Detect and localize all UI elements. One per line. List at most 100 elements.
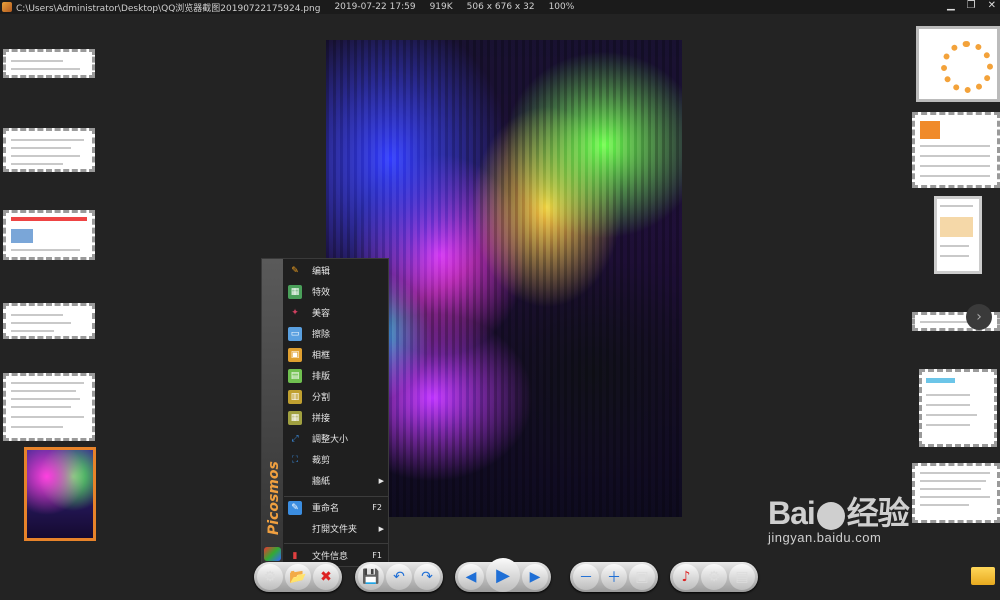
thumbnail[interactable] <box>912 112 1000 188</box>
frame-icon: ▣ <box>288 347 302 362</box>
menu-item-label: 排版 <box>312 372 331 382</box>
menu-item-label: 美容 <box>312 309 331 319</box>
effects-icon: ▦ <box>288 284 302 299</box>
toolbar-group-edit: 💾 ↶ ↷ <box>355 562 443 592</box>
thumbnail[interactable] <box>3 210 95 260</box>
thumbnail[interactable] <box>916 26 1000 102</box>
options-button[interactable]: ⚙ <box>701 564 727 590</box>
toolbar-group-extras: ♪ ⚙ ▤ <box>670 562 758 592</box>
baidu-jingyan-watermark: Bai 经验 jingyan.baidu.com <box>768 488 910 545</box>
title-bar: C:\Users\Administrator\Desktop\QQ浏览器截图20… <box>0 0 1000 14</box>
thumbnail-selected[interactable] <box>24 447 96 541</box>
watermark-brand-tail: 经验 <box>846 495 910 531</box>
file-datetime: 2019-07-22 17:59 <box>334 2 416 12</box>
menu-item-erase[interactable]: ▭ 擦除 <box>284 323 388 344</box>
menu-item-beauty[interactable]: ✦ 美容 <box>284 302 388 323</box>
zoom-out-icon: － <box>579 570 593 586</box>
window-controls: ▁ ❐ ✕ <box>947 0 996 11</box>
crop-icon: ⛶ <box>291 454 299 465</box>
play-icon: ▶ <box>496 564 510 586</box>
brand-label: Picosmos <box>266 461 282 535</box>
split-icon: ▥ <box>288 389 302 404</box>
redo-icon: ↷ <box>421 569 433 585</box>
thumbnail[interactable] <box>919 369 997 447</box>
close-button[interactable]: ✕ <box>988 0 996 11</box>
app-icon <box>2 2 12 12</box>
thumbnail[interactable] <box>912 463 1000 523</box>
save-button[interactable]: 💾 <box>358 564 384 590</box>
eraser-icon: ▭ <box>288 326 302 341</box>
delete-icon: ✖ <box>320 569 332 585</box>
menu-item-effects[interactable]: ▦ 特效 <box>284 281 388 302</box>
menu-item-rename[interactable]: ✎ 重命名 F2 <box>284 497 388 518</box>
bottom-toolbar: ⚙ 📂 ✖ 💾 ↶ ↷ ◀ ▶ ▶ － ＋ ▣ ♪ ⚙ ▤ <box>0 556 1000 600</box>
fit-screen-icon: ▣ <box>635 569 649 585</box>
settings-button[interactable]: ⚙ <box>257 564 283 590</box>
toolbar-group-file: ⚙ 📂 ✖ <box>254 562 342 592</box>
delete-button[interactable]: ✖ <box>313 564 339 590</box>
menu-separator <box>284 543 388 544</box>
music-icon: ♪ <box>681 569 691 585</box>
restore-button[interactable]: ❐ <box>967 0 976 11</box>
file-size: 919K <box>429 2 453 12</box>
resize-icon: ⤢ <box>291 433 299 444</box>
thumbnail[interactable] <box>934 196 982 274</box>
next-button[interactable]: ▶ <box>522 564 548 590</box>
menu-item-layout[interactable]: ▤ 排版 <box>284 365 388 386</box>
thumbnail[interactable] <box>3 128 95 172</box>
menu-item-label: 擦除 <box>312 330 331 340</box>
zoom-in-button[interactable]: ＋ <box>601 564 627 590</box>
toolbar-group-zoom: － ＋ ▣ <box>570 562 658 592</box>
previous-button[interactable]: ◀ <box>458 564 484 590</box>
menu-item-wallpaper[interactable]: 牆紙 ▶ <box>284 470 388 491</box>
gear-icon: ⚙ <box>263 569 277 585</box>
zoom-in-icon: ＋ <box>607 570 621 586</box>
menu-item-label: 分割 <box>312 393 331 403</box>
arrow-right-icon: ▶ <box>529 569 541 585</box>
save-icon: 💾 <box>362 569 380 585</box>
menu-item-collage[interactable]: ▦ 拼接 <box>284 407 388 428</box>
undo-button[interactable]: ↶ <box>386 564 412 590</box>
thumbnail[interactable] <box>3 373 95 441</box>
menu-item-open-folder[interactable]: 打開文件夹 ▶ <box>284 518 388 539</box>
redo-button[interactable]: ↷ <box>414 564 440 590</box>
minimize-button[interactable]: ▁ <box>947 0 955 11</box>
zoom-out-button[interactable]: － <box>573 564 599 590</box>
thumbnail[interactable] <box>3 303 95 339</box>
toolbar-group-navigation: ◀ ▶ ▶ <box>455 558 551 592</box>
menu-item-label: 調整大小 <box>312 435 349 445</box>
menu-item-label: 拼接 <box>312 414 331 424</box>
image-dimensions: 506 x 676 x 32 <box>466 2 535 12</box>
filmstrip-button[interactable]: ▤ <box>729 564 755 590</box>
menu-item-crop[interactable]: ⛶ 裁剪 <box>284 449 388 470</box>
open-button[interactable]: 📂 <box>285 564 311 590</box>
file-path: C:\Users\Administrator\Desktop\QQ浏览器截图20… <box>16 3 321 14</box>
undo-icon: ↶ <box>393 569 405 585</box>
rename-icon: ✎ <box>288 500 302 515</box>
arrow-left-icon: ◀ <box>465 569 477 585</box>
menu-item-label: 重命名 <box>312 504 340 514</box>
music-button[interactable]: ♪ <box>673 564 699 590</box>
thumbnail[interactable] <box>3 49 95 78</box>
submenu-arrow-icon: ▶ <box>378 524 384 533</box>
fit-screen-button[interactable]: ▣ <box>629 564 655 590</box>
submenu-arrow-icon: ▶ <box>378 476 384 485</box>
filmstrip-icon: ▤ <box>735 569 749 585</box>
folder-icon[interactable] <box>971 567 995 585</box>
context-menu: Picosmos ✎ 编辑 ▦ 特效 ✦ 美容 ▭ 擦除 ▣ 相框 ▤ 排版 ▥… <box>261 258 389 567</box>
next-thumbnail-arrow[interactable]: › <box>966 304 992 330</box>
menu-item-frame[interactable]: ▣ 相框 <box>284 344 388 365</box>
menu-item-resize[interactable]: ⤢ 調整大小 <box>284 428 388 449</box>
menu-item-label: 打開文件夹 <box>312 525 358 535</box>
folder-icon <box>288 522 302 536</box>
beauty-icon: ✦ <box>291 307 299 318</box>
collage-icon: ▦ <box>288 410 302 425</box>
options-gear-icon: ⚙ <box>707 569 721 585</box>
watermark-brand: Bai <box>768 495 816 531</box>
play-button[interactable]: ▶ <box>486 558 520 592</box>
wallpaper-icon <box>288 474 302 488</box>
menu-item-edit[interactable]: ✎ 编辑 <box>284 260 388 281</box>
menu-item-label: 编辑 <box>312 267 331 277</box>
menu-item-split[interactable]: ▥ 分割 <box>284 386 388 407</box>
pencil-icon: ✎ <box>291 265 299 276</box>
